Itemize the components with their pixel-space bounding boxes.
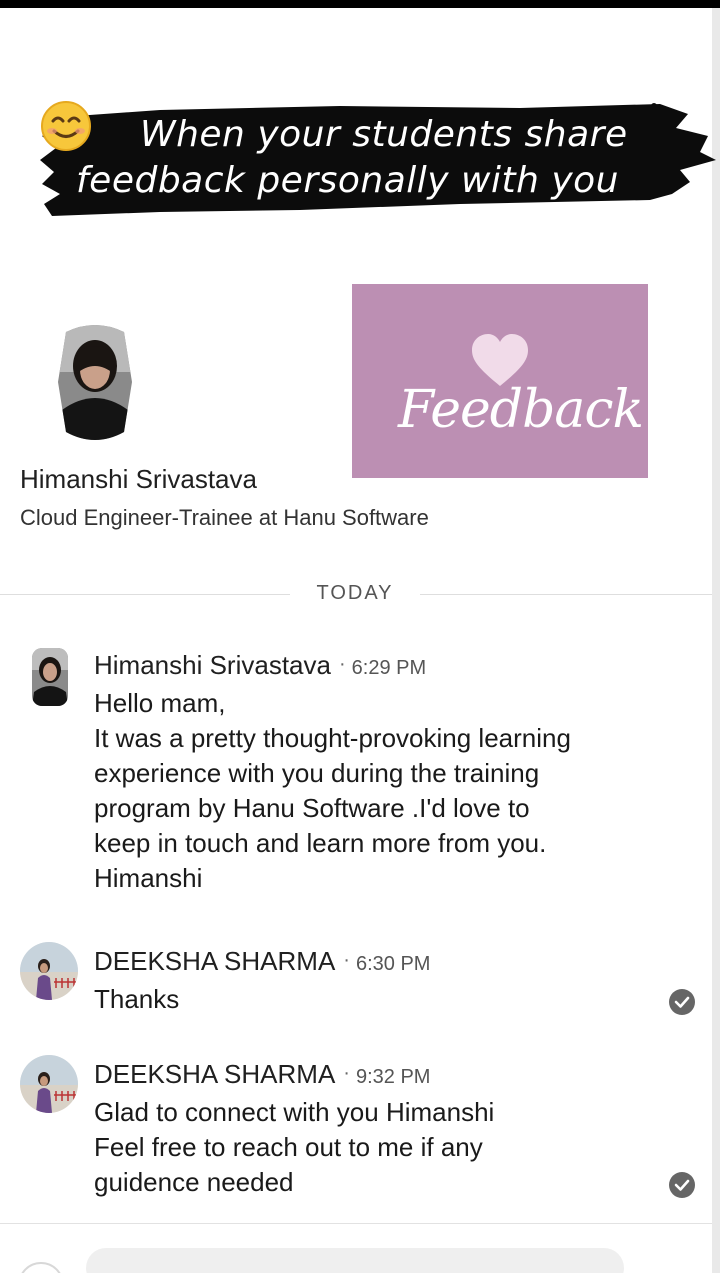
message-line: Feel free to reach out to me if any (94, 1132, 483, 1162)
date-divider-label: TODAY (290, 582, 420, 605)
profile-name[interactable]: Himanshi Srivastava (20, 464, 257, 495)
separator-dot: · (343, 1062, 350, 1084)
message-line: Himanshi (94, 863, 203, 893)
message-time: 9:32 PM (355, 1066, 431, 1088)
message-time: 6:29 PM (351, 657, 427, 679)
message-line: guidence needed (94, 1167, 294, 1197)
message-line: Glad to connect with you Himanshi (94, 1097, 495, 1127)
attach-button[interactable] (18, 1262, 64, 1273)
check-circle-icon (669, 989, 695, 1015)
sender-name[interactable]: DEEKSHA SHARMA (94, 946, 335, 976)
check-circle-icon (669, 1172, 695, 1198)
sender-avatar[interactable] (20, 1055, 78, 1113)
top-bar (0, 0, 720, 8)
feedback-script-text: Feedback (398, 380, 644, 440)
message-header: DEEKSHA SHARMA · 9:32 PM (94, 1059, 430, 1090)
message-line: It was a pretty thought-provoking learni… (94, 723, 571, 753)
message-time: 6:30 PM (355, 953, 431, 975)
sender-name[interactable]: Himanshi Srivastava (94, 650, 331, 680)
separator-dot: · (338, 653, 346, 675)
sender-avatar[interactable] (20, 942, 78, 1000)
sender-avatar[interactable] (32, 648, 68, 706)
message-header: Himanshi Srivastava · 6:29 PM (94, 650, 426, 681)
caption-banner: When your students share feedback person… (40, 100, 720, 220)
profile-headline: Cloud Engineer-Trainee at Hanu Software (20, 505, 429, 530)
message-line: program by Hanu Software .I'd love to (94, 793, 530, 823)
sender-name[interactable]: DEEKSHA SHARMA (94, 1059, 335, 1089)
message-line: experience with you during the training (94, 758, 540, 788)
message-body: Hello mam, It was a pretty thought-provo… (94, 686, 571, 896)
composer-divider (0, 1223, 712, 1224)
message-body: Glad to connect with you Himanshi Feel f… (94, 1095, 494, 1200)
message-body: Thanks (94, 982, 179, 1017)
profile-avatar[interactable] (58, 322, 132, 444)
message-line: keep in touch and learn more from you. (94, 828, 547, 858)
message-input[interactable] (86, 1248, 624, 1273)
banner-line-2: feedback personally with you (76, 160, 619, 201)
banner-line-1: When your students share (140, 114, 628, 155)
separator-dot: · (343, 949, 350, 971)
feedback-card: Feedback (352, 284, 648, 478)
message-line: Thanks (94, 984, 180, 1014)
message-line: Hello mam, (94, 688, 226, 718)
message-header: DEEKSHA SHARMA · 6:30 PM (94, 946, 430, 977)
smiling-emoji-icon (41, 101, 91, 151)
